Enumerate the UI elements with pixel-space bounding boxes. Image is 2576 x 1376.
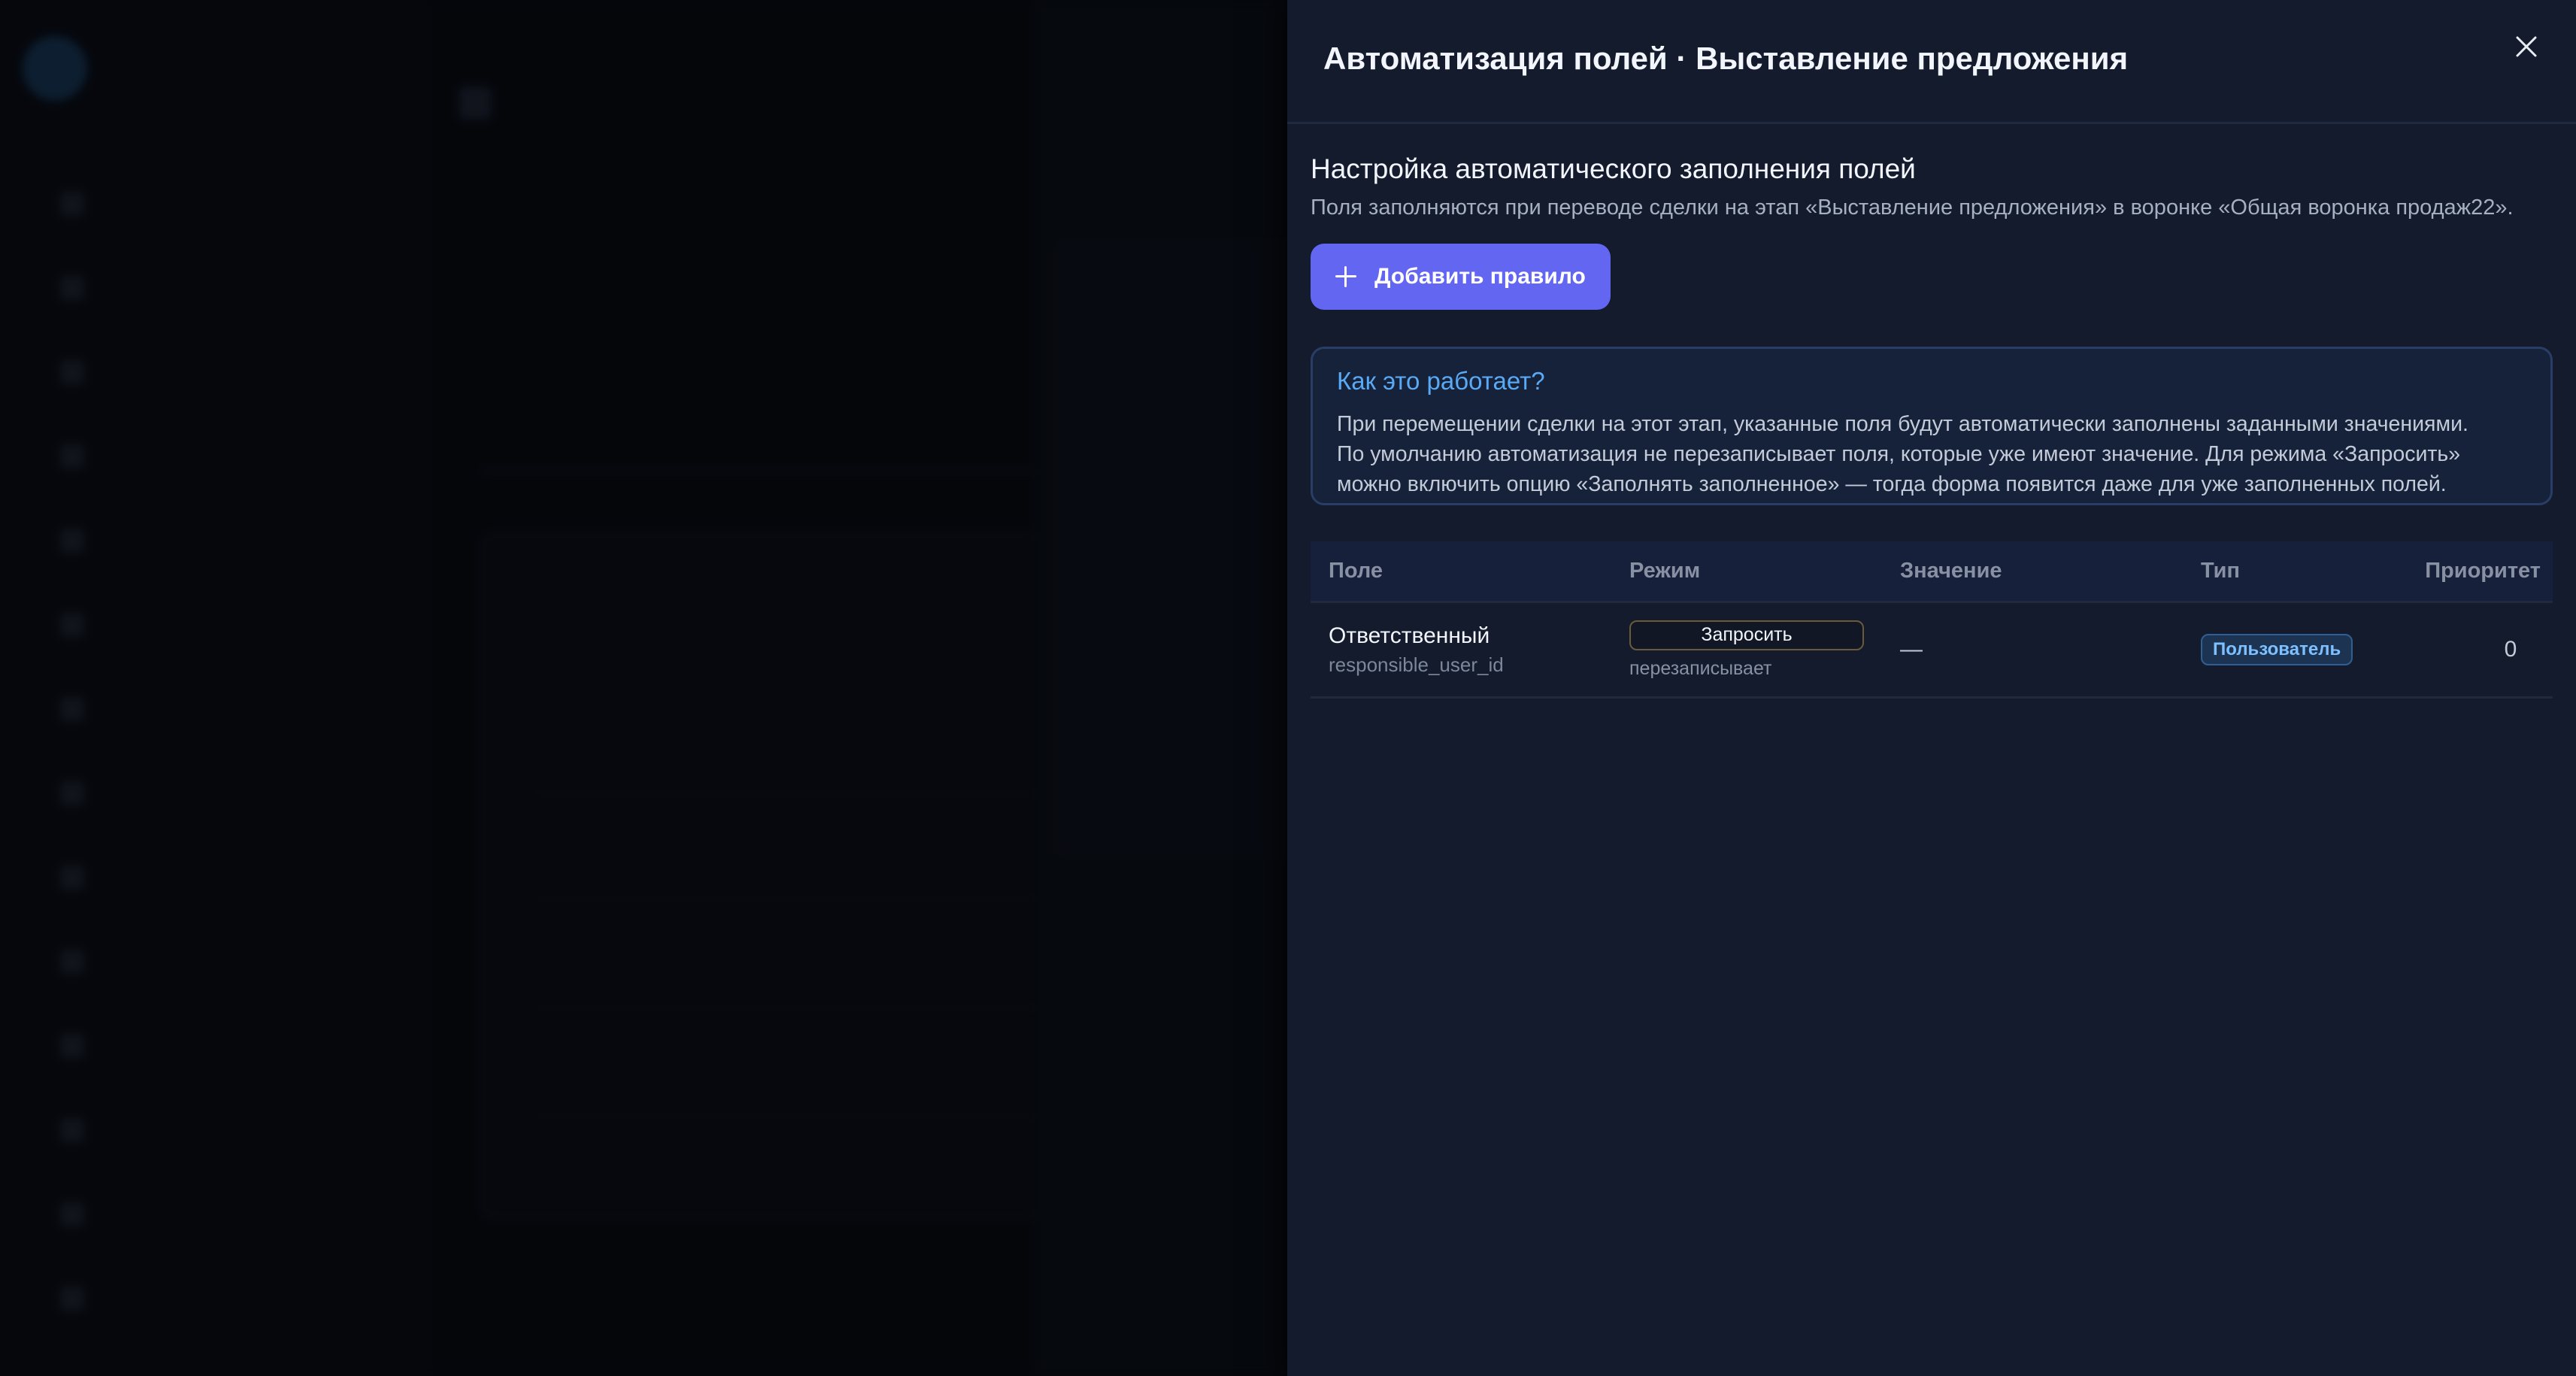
priority-value: 0	[2504, 637, 2517, 662]
drawer-header: Автоматизация полей · Выставление предло…	[1287, 0, 2576, 124]
drawer-body: Настройка автоматического заполнения пол…	[1311, 150, 2553, 699]
mode-subtext: перезаписывает	[1629, 657, 1772, 679]
add-rule-button[interactable]: Добавить правило	[1311, 244, 1611, 310]
field-name: Ответственный	[1329, 623, 1490, 648]
cell-value: —	[1882, 637, 2183, 662]
value-text: —	[1900, 637, 1923, 662]
drawer-title: Автоматизация полей · Выставление предло…	[1323, 41, 2129, 76]
table-header: Поле Режим Значение Тип Приоритет	[1311, 541, 2553, 603]
column-header-priority: Приоритет	[2425, 559, 2541, 583]
cell-priority: 0	[2408, 637, 2553, 662]
section-title: Настройка автоматического заполнения пол…	[1311, 153, 1916, 184]
table-row[interactable]: Ответственный responsible_user_id Запрос…	[1311, 603, 2553, 696]
info-text: При перемещении сделки на этот этап, ука…	[1337, 409, 2526, 499]
mode-pill[interactable]: Запросить	[1629, 620, 1864, 650]
column-header-value: Значение	[1900, 559, 2002, 583]
rules-table: Поле Режим Значение Тип Приоритет Ответс…	[1311, 541, 2553, 699]
type-badge: Пользователь	[2201, 634, 2353, 665]
add-rule-label: Добавить правило	[1374, 264, 1586, 289]
field-automation-drawer: Автоматизация полей · Выставление предло…	[1287, 0, 2576, 1376]
field-key: responsible_user_id	[1329, 653, 1504, 676]
info-title: Как это работает?	[1337, 367, 1545, 395]
info-line: При перемещении сделки на этот этап, ука…	[1337, 412, 2468, 436]
close-icon	[2516, 36, 2537, 57]
column-header-type: Тип	[2201, 559, 2240, 583]
cell-field: Ответственный responsible_user_id	[1311, 621, 1611, 678]
how-it-works-box: Как это работает? При перемещении сделки…	[1311, 347, 2553, 505]
cell-mode: Запросить перезаписывает	[1611, 620, 1882, 680]
cell-type: Пользователь	[2183, 634, 2408, 665]
plus-icon	[1335, 266, 1357, 287]
close-button[interactable]	[2505, 26, 2547, 68]
column-header-mode: Режим	[1629, 559, 1701, 583]
section-description: Поля заполняются при переводе сделки на …	[1311, 195, 2514, 220]
info-line: По умолчанию автоматизация не перезаписы…	[1337, 442, 2461, 466]
column-header-field: Поле	[1329, 559, 1383, 583]
info-line: можно включить опцию «Заполнять заполнен…	[1337, 472, 2447, 496]
